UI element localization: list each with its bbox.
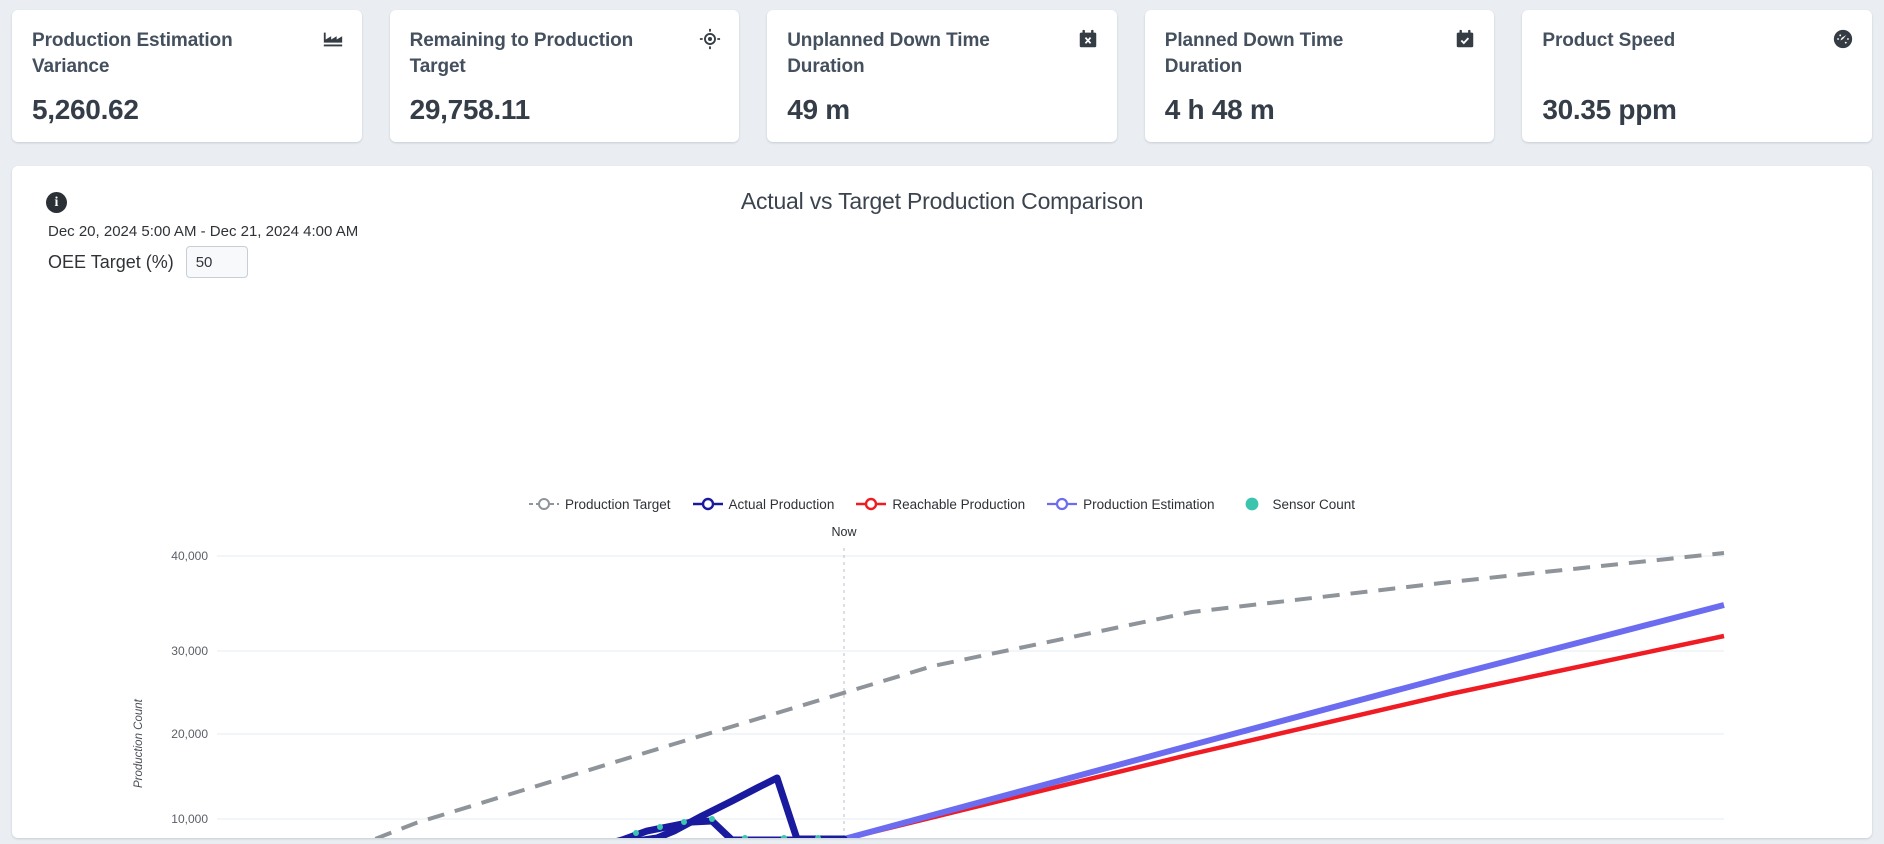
chart-legend: Production Target Actual Production Reac… [12, 496, 1872, 512]
kpi-title: Product Speed [1542, 28, 1802, 54]
kpi-value: 4 h 48 m [1165, 94, 1475, 128]
legend-label: Sensor Count [1273, 497, 1356, 512]
kpi-card-unplanned-down-time-duration[interactable]: Unplanned Down Time Duration 49 m [767, 10, 1117, 142]
oee-target-control: OEE Target (%) [48, 246, 248, 278]
oee-target-label: OEE Target (%) [48, 252, 174, 273]
legend-label: Actual Production [729, 497, 835, 512]
kpi-title: Planned Down Time Duration [1165, 28, 1425, 79]
oee-target-input[interactable] [186, 246, 248, 278]
factory-icon [322, 28, 344, 50]
legend-item-production-estimation[interactable]: Production Estimation [1047, 496, 1214, 512]
legend-marker-line-circle-icon [856, 496, 886, 512]
kpi-value: 49 m [787, 94, 1097, 128]
series-actual-production [219, 778, 844, 838]
kpi-value: 30.35 ppm [1542, 94, 1852, 128]
series-reachable-production [844, 636, 1724, 838]
legend-marker-line-circle-icon [693, 496, 723, 512]
legend-marker-dashed-circle-icon [529, 496, 559, 512]
legend-item-actual-production[interactable]: Actual Production [693, 496, 835, 512]
y-axis-title: Production Count [133, 698, 145, 788]
page-title: Actual vs Target Production Comparison [12, 166, 1872, 215]
production-comparison-panel: i Actual vs Target Production Comparison… [12, 166, 1872, 838]
legend-marker-line-circle-icon [1047, 496, 1077, 512]
calendar-x-icon [1077, 28, 1099, 50]
kpi-card-product-speed[interactable]: Product Speed 30.35 ppm [1522, 10, 1872, 142]
production-comparison-chart[interactable]: 40,000 30,000 20,000 10,000 0 Production… [12, 526, 1872, 838]
legend-label: Production Estimation [1083, 497, 1214, 512]
kpi-title: Remaining to Production Target [410, 28, 670, 79]
legend-item-reachable-production[interactable]: Reachable Production [856, 496, 1025, 512]
gauge-icon [1832, 28, 1854, 50]
date-range-label: Dec 20, 2024 5:00 AM - Dec 21, 2024 4:00… [48, 223, 358, 240]
now-marker: Now [831, 526, 857, 838]
legend-marker-dot-icon [1237, 496, 1267, 512]
info-icon[interactable]: i [46, 192, 67, 213]
calendar-check-icon [1454, 28, 1476, 50]
kpi-card-row: Production Estimation Variance 5,260.62 … [0, 0, 1884, 152]
series-actual-production-path [219, 821, 844, 838]
kpi-card-remaining-to-production-target[interactable]: Remaining to Production Target 29,758.11 [390, 10, 740, 142]
kpi-title: Unplanned Down Time Duration [787, 28, 1047, 79]
svg-text:40,000: 40,000 [171, 549, 208, 563]
series-production-target [219, 553, 1724, 838]
svg-text:30,000: 30,000 [171, 644, 208, 658]
svg-text:10,000: 10,000 [171, 812, 208, 826]
kpi-value: 29,758.11 [410, 94, 720, 128]
legend-item-production-target[interactable]: Production Target [529, 496, 671, 512]
target-icon [699, 28, 721, 50]
kpi-value: 5,260.62 [32, 94, 342, 128]
now-label: Now [831, 526, 857, 539]
legend-item-sensor-count[interactable]: Sensor Count [1237, 496, 1356, 512]
chart-plot-area: 40,000 30,000 20,000 10,000 0 Production… [12, 526, 1872, 838]
kpi-title: Production Estimation Variance [32, 28, 292, 79]
kpi-card-planned-down-time-duration[interactable]: Planned Down Time Duration 4 h 48 m [1145, 10, 1495, 142]
y-axis-ticks: 40,000 30,000 20,000 10,000 0 [171, 549, 208, 838]
series-production-estimation [844, 605, 1724, 838]
chart-gridlines [217, 556, 1724, 819]
legend-label: Reachable Production [892, 497, 1025, 512]
legend-label: Production Target [565, 497, 671, 512]
kpi-card-production-estimation-variance[interactable]: Production Estimation Variance 5,260.62 [12, 10, 362, 142]
svg-text:20,000: 20,000 [171, 727, 208, 741]
